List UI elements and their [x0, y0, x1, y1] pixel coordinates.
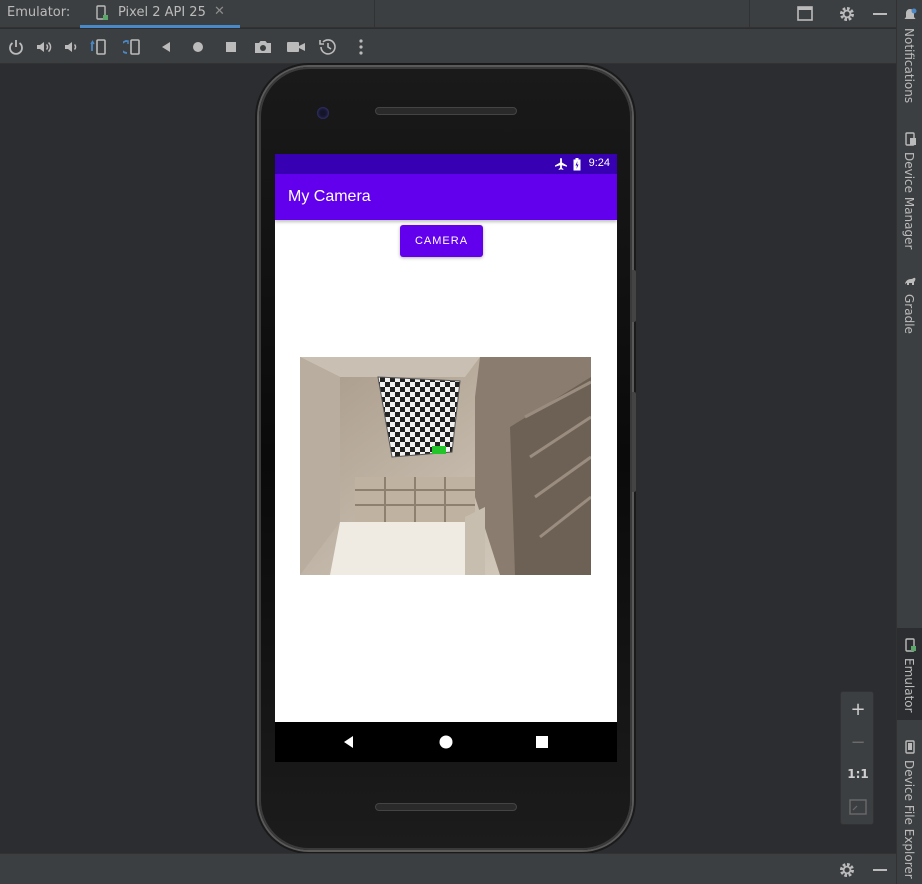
home-icon[interactable]: [188, 37, 208, 57]
minimize-icon[interactable]: [869, 3, 891, 25]
zoom-out-button[interactable]: −: [841, 727, 875, 757]
emulator-icon: [905, 638, 916, 652]
overview-icon[interactable]: [221, 37, 241, 57]
battery-charging-icon: [573, 158, 581, 171]
sidebar-tab-label: Gradle: [902, 294, 916, 334]
rotate-left-icon[interactable]: [90, 37, 110, 57]
more-icon[interactable]: [351, 37, 371, 57]
sidebar-tab-device-manager[interactable]: Device Manager: [897, 126, 922, 256]
zoom-in-button[interactable]: +: [841, 694, 875, 724]
bell-icon: [904, 8, 917, 19]
nav-back-icon[interactable]: [341, 734, 357, 750]
top-speaker: [375, 107, 517, 115]
airplane-mode-icon: [555, 158, 567, 170]
tab-pixel-2-api-25[interactable]: Pixel 2 API 25 ✕: [80, 0, 240, 28]
gradle-icon: [905, 277, 916, 285]
back-icon[interactable]: [156, 37, 176, 57]
sidebar-tab-gradle[interactable]: Gradle: [897, 270, 922, 340]
sidebar-tab-label: Device Manager: [902, 152, 916, 250]
sidebar-tab-label: Device File Explorer: [902, 760, 916, 879]
window-layout-icon[interactable]: [794, 3, 816, 25]
sidebar-tab-device-file-explorer[interactable]: Device File Explorer: [897, 736, 922, 884]
power-side-button[interactable]: [632, 270, 636, 322]
nav-overview-icon[interactable]: [534, 734, 550, 750]
sidebar-tab-label: Emulator: [902, 658, 916, 713]
emulator-toolbar: [0, 29, 896, 64]
right-tool-sidebar: Notifications Device Manager Gradle Emul…: [896, 0, 922, 884]
sidebar-tab-notifications[interactable]: Notifications: [897, 0, 922, 110]
front-camera-icon: [317, 107, 329, 119]
tab-divider: [374, 0, 375, 28]
tab-label: Pixel 2 API 25: [118, 5, 206, 20]
close-icon[interactable]: ✕: [214, 4, 225, 19]
captured-photo: [300, 357, 591, 575]
emulator-tab-bar: Emulator: Pixel 2 API 25 ✕: [0, 0, 896, 28]
device-icon: [96, 5, 108, 20]
tab-divider: [749, 0, 750, 28]
sidebar-tab-label: Notifications: [902, 28, 916, 104]
gear-icon[interactable]: [836, 859, 858, 881]
sidebar-tab-emulator[interactable]: Emulator: [897, 628, 922, 720]
device-file-explorer-icon: [905, 740, 915, 754]
zoom-fit-button[interactable]: [841, 792, 875, 822]
screenshot-icon[interactable]: [253, 37, 273, 57]
volume-up-icon[interactable]: [34, 37, 54, 57]
zoom-controls: + − 1:1: [840, 691, 874, 825]
app-bar: My Camera: [275, 174, 617, 220]
bottom-tool-bar: [0, 853, 896, 884]
fit-screen-icon: [849, 799, 867, 815]
volume-side-button[interactable]: [632, 392, 636, 492]
bottom-speaker: [375, 803, 517, 811]
volume-down-icon[interactable]: [61, 37, 81, 57]
status-time: 9:24: [588, 157, 610, 169]
power-icon[interactable]: [6, 37, 26, 57]
gear-icon[interactable]: [836, 3, 858, 25]
active-tab-indicator: [80, 25, 240, 28]
emulator-label: Emulator:: [7, 5, 71, 20]
device-screen: 9:24 My Camera CAMERA: [275, 154, 617, 722]
snapshot-icon[interactable]: [318, 37, 338, 57]
app-title: My Camera: [288, 188, 371, 205]
android-status-bar: 9:24: [275, 154, 617, 174]
rotate-right-icon[interactable]: [120, 37, 143, 57]
screen-record-icon[interactable]: [286, 37, 306, 57]
device-manager-icon: [905, 132, 916, 146]
zoom-1-to-1-button[interactable]: 1:1: [841, 759, 875, 789]
android-nav-bar: [275, 722, 617, 762]
nav-home-icon[interactable]: [438, 734, 454, 750]
minimize-icon[interactable]: [869, 859, 891, 881]
camera-button[interactable]: CAMERA: [400, 225, 483, 257]
